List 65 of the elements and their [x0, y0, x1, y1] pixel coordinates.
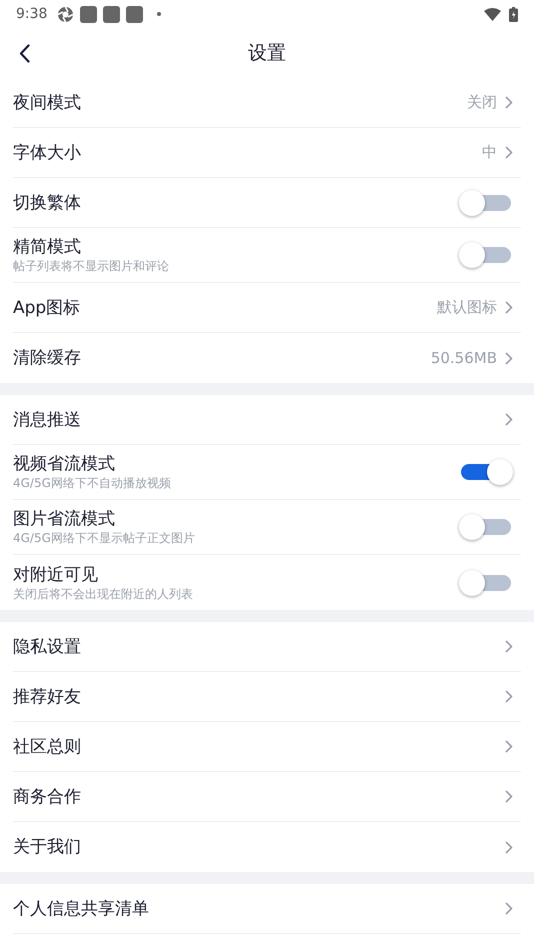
settings-row[interactable]: 精简模式 帖子列表将不显示图片和评论: [13, 228, 521, 283]
setting-label: 商务合作: [13, 786, 81, 808]
chevron-right-icon: [505, 840, 513, 854]
setting-label: 切换繁体: [13, 192, 81, 214]
setting-label: App图标: [13, 296, 80, 318]
setting-label: 对附近可见: [13, 564, 99, 586]
setting-description: 帖子列表将不显示图片和评论: [13, 258, 169, 274]
setting-label: 夜间模式: [13, 92, 81, 114]
setting-label: 图片省流模式: [13, 508, 116, 530]
setting-label: 精简模式: [13, 236, 82, 258]
settings-row[interactable]: 视频省流模式 4G/5G网络下不自动播放视频: [13, 445, 521, 500]
aperture-icon: [57, 6, 74, 22]
setting-value: 默认图标: [437, 297, 497, 318]
notification-icon: [126, 6, 144, 22]
setting-label: 视频省流模式: [13, 453, 116, 475]
page-title: 设置: [248, 40, 286, 66]
setting-label: 字体大小: [13, 142, 81, 164]
settings-row[interactable]: 商务合作: [13, 772, 521, 822]
settings-row[interactable]: 字体大小 中: [13, 128, 521, 178]
toggle-switch[interactable]: [459, 241, 513, 269]
back-icon: [18, 44, 30, 62]
settings-row[interactable]: 关于我们: [13, 822, 521, 872]
status-time: 9:38: [16, 4, 48, 24]
toggle-switch[interactable]: [459, 513, 513, 541]
settings-row[interactable]: 社区总则: [13, 722, 521, 772]
settings-row[interactable]: 消息推送: [13, 395, 521, 445]
chevron-right-icon: [505, 301, 513, 314]
setting-label: 推荐好友: [13, 686, 81, 708]
settings-row[interactable]: 夜间模式 关闭: [13, 78, 521, 128]
settings-row[interactable]: 个人信息共享清单: [13, 884, 521, 934]
chevron-right-icon: [505, 413, 513, 426]
setting-description: 关闭后将不会出现在附近的人列表: [13, 586, 193, 602]
chevron-right-icon: [505, 146, 513, 159]
setting-label: 消息推送: [13, 408, 81, 430]
setting-label: 隐私设置: [13, 636, 81, 658]
setting-label: 社区总则: [13, 736, 81, 758]
setting-label: 个人信息共享清单: [13, 898, 149, 920]
chevron-right-icon: [505, 902, 513, 915]
setting-description: 4G/5G网络下不显示帖子正文图片: [13, 530, 195, 546]
settings-row[interactable]: App图标 默认图标: [13, 283, 521, 333]
chevron-right-icon: [505, 96, 513, 109]
setting-value: 50.56MB: [430, 348, 497, 369]
setting-description: 4G/5G网络下不自动播放视频: [13, 475, 171, 491]
setting-label: 关于我们: [13, 836, 81, 858]
notification-icon: [103, 6, 120, 22]
setting-value: 中: [482, 142, 497, 164]
settings-row[interactable]: 推荐好友: [13, 672, 521, 722]
settings-row[interactable]: 对附近可见 关闭后将不会出现在附近的人列表: [13, 555, 521, 610]
settings-row[interactable]: 清除缓存 50.56MB: [13, 333, 521, 383]
chevron-right-icon: [505, 790, 513, 803]
setting-label: 清除缓存: [13, 347, 81, 369]
toggle-switch[interactable]: [459, 458, 513, 486]
settings-row[interactable]: 隐私设置: [13, 622, 521, 672]
notification-icon: [80, 6, 98, 22]
chevron-right-icon: [505, 352, 513, 364]
setting-value: 关闭: [467, 92, 497, 114]
settings-row[interactable]: 切换繁体: [13, 178, 521, 228]
chevron-right-icon: [505, 640, 513, 653]
wifi-icon: [484, 8, 501, 20]
battery-icon: [509, 6, 518, 22]
toggle-switch[interactable]: [459, 188, 513, 216]
toggle-switch[interactable]: [459, 568, 513, 596]
settings-row[interactable]: 图片省流模式 4G/5G网络下不显示帖子正文图片: [13, 500, 521, 555]
chevron-right-icon: [505, 690, 513, 703]
chevron-right-icon: [505, 740, 513, 753]
